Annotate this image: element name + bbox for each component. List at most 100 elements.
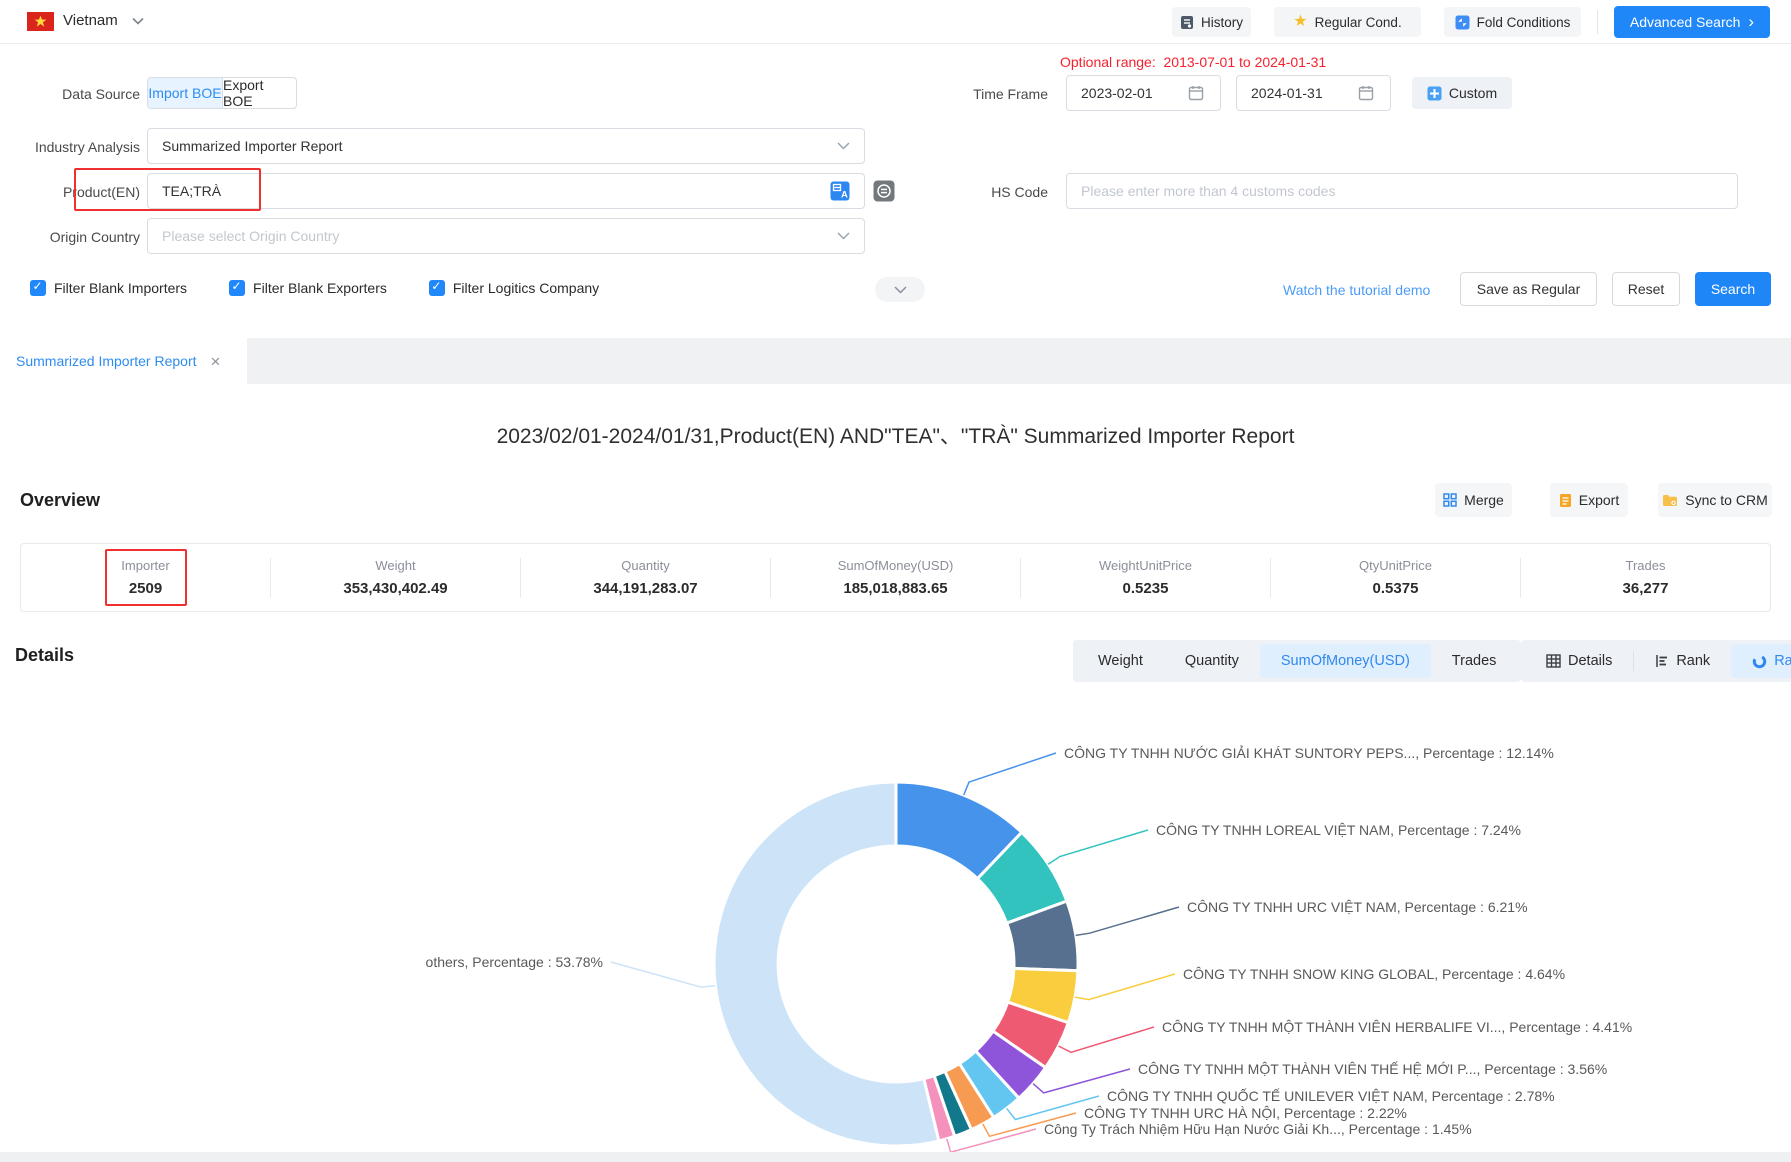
metric-tab-trades[interactable]: Trades	[1431, 644, 1518, 678]
donut-chart-icon	[1752, 654, 1767, 669]
filter-logitics-company-checkbox[interactable]: Filter Logitics Company	[429, 280, 599, 296]
time-frame-label: Time Frame	[900, 86, 1048, 102]
star-icon: ★	[1293, 14, 1307, 30]
end-date-input[interactable]	[1236, 75, 1391, 111]
country-selector[interactable]: Vietnam	[63, 12, 144, 29]
translate-icon[interactable]: A	[830, 181, 850, 201]
pie-label: others, Percentage : 53.78%	[426, 954, 603, 970]
top-bar: Vietnam History ★ Regular Cond. Fold Con…	[0, 0, 1791, 44]
data-source-label: Data Source	[0, 86, 140, 102]
details-heading: Details	[15, 645, 74, 666]
view-tabs: Details Rank Ratio	[1521, 640, 1791, 682]
product-en-input[interactable]	[147, 173, 865, 209]
filter-blank-importers-checkbox[interactable]: Filter Blank Importers	[30, 280, 187, 296]
hs-code-input[interactable]	[1066, 173, 1738, 209]
tab-summarized-importer-report[interactable]: Summarized Importer Report ×	[0, 338, 247, 384]
hs-code-label: HS Code	[900, 184, 1048, 200]
overview-heading: Overview	[20, 490, 100, 511]
tab-close-icon[interactable]: ×	[211, 353, 221, 370]
filter-checkbox-row: Filter Blank Importers Filter Blank Expo…	[30, 280, 641, 296]
fold-conditions-label: Fold Conditions	[1477, 15, 1571, 30]
reset-button[interactable]: Reset	[1612, 272, 1680, 306]
search-button[interactable]: Search	[1695, 272, 1771, 306]
view-tab-label: Rank	[1676, 653, 1710, 669]
pie-leader-line	[611, 962, 715, 987]
table-icon	[1546, 654, 1561, 668]
chevron-down-icon	[894, 286, 907, 294]
view-tab-label: Details	[1568, 653, 1612, 669]
view-tab-label: Ratio	[1774, 653, 1791, 669]
checkbox-checked-icon	[30, 280, 46, 296]
app-window: Vietnam History ★ Regular Cond. Fold Con…	[0, 0, 1791, 1162]
filter-blank-exporters-checkbox[interactable]: Filter Blank Exporters	[229, 280, 387, 296]
data-source-toggle: Import BOE Export BOE	[147, 77, 297, 109]
vietnam-flag-icon	[27, 12, 54, 31]
pie-label: CÔNG TY TNHH LOREAL VIỆT NAM, Percentage…	[1156, 822, 1521, 838]
checkbox-label: Filter Logitics Company	[453, 280, 599, 296]
merge-button[interactable]: Merge	[1435, 483, 1512, 517]
start-date-input[interactable]	[1066, 75, 1221, 111]
expand-conditions-button[interactable]	[875, 277, 925, 302]
save-as-regular-button[interactable]: Save as Regular	[1460, 272, 1597, 306]
sync-to-crm-button[interactable]: Sync to CRM	[1658, 483, 1772, 517]
advanced-search-button[interactable]: Advanced Search ›	[1614, 6, 1770, 38]
custom-label: Custom	[1449, 85, 1497, 101]
origin-country-label: Origin Country	[0, 229, 140, 245]
industry-analysis-select[interactable]: Summarized Importer Report	[147, 128, 865, 164]
checkbox-label: Filter Blank Exporters	[253, 280, 387, 296]
origin-country-select[interactable]: Please select Origin Country	[147, 218, 865, 254]
regular-cond-button[interactable]: ★ Regular Cond.	[1274, 7, 1421, 37]
product-en-label: Product(EN)	[0, 184, 140, 200]
custom-range-button[interactable]: Custom	[1412, 77, 1512, 109]
history-icon	[1180, 15, 1194, 30]
horizontal-scrollbar[interactable]	[0, 1152, 1791, 1162]
stat-importer: Importer2509	[21, 558, 270, 597]
stat-sum-of-money: SumOfMoney(USD)185,018,883.65	[771, 558, 1020, 597]
metric-tab-sum-of-money[interactable]: SumOfMoney(USD)	[1260, 644, 1431, 678]
pie-label: CÔNG TY TNHH MỘT THÀNH VIÊN THẾ HỆ MỚI P…	[1138, 1061, 1607, 1077]
checkbox-label: Filter Blank Importers	[54, 280, 187, 296]
report-title: 2023/02/01-2024/01/31,Product(EN) AND"TE…	[0, 420, 1791, 450]
advanced-search-label: Advanced Search	[1630, 14, 1741, 30]
sync-crm-icon	[1662, 494, 1678, 507]
chevron-down-icon	[132, 17, 144, 25]
pie-label: CÔNG TY TNHH NƯỚC GIẢI KHÁT SUNTORY PEPS…	[1064, 745, 1554, 761]
stat-quantity: Quantity344,191,283.07	[521, 558, 770, 597]
stat-trades: Trades36,277	[1521, 558, 1770, 597]
history-button[interactable]: History	[1172, 7, 1251, 37]
topbar-divider	[1597, 10, 1598, 34]
stat-qty-unit-price: QtyUnitPrice0.5375	[1271, 558, 1520, 597]
stat-weight: Weight353,430,402.49	[271, 558, 520, 597]
pie-leader-line	[1075, 974, 1175, 1000]
pie-label: CÔNG TY TNHH QUỐC TẾ UNILEVER VIỆT NAM, …	[1107, 1087, 1555, 1104]
tab-strip: Summarized Importer Report ×	[0, 338, 1791, 384]
pie-label: CÔNG TY TNHH SNOW KING GLOBAL, Percentag…	[1183, 966, 1565, 982]
fold-conditions-button[interactable]: Fold Conditions	[1444, 7, 1581, 37]
view-tab-details[interactable]: Details	[1525, 644, 1633, 678]
pie-label: Công Ty Trách Nhiệm Hữu Hạn Nước Giải Kh…	[1044, 1121, 1472, 1137]
chevron-down-icon	[837, 232, 850, 240]
history-label: History	[1201, 15, 1243, 30]
pie-leader-line	[1076, 907, 1179, 935]
merge-icon	[1443, 493, 1457, 507]
metric-tab-quantity[interactable]: Quantity	[1164, 644, 1260, 678]
svg-text:A: A	[841, 190, 848, 201]
view-tab-ratio[interactable]: Ratio	[1731, 644, 1791, 678]
match-mode-icon[interactable]	[873, 180, 895, 202]
origin-country-placeholder: Please select Origin Country	[162, 228, 339, 244]
export-boe-option[interactable]: Export BOE	[222, 78, 296, 108]
import-boe-option[interactable]: Import BOE	[148, 78, 222, 108]
pie-leader-line	[964, 753, 1056, 795]
country-name: Vietnam	[63, 12, 118, 29]
chevron-right-icon: ›	[1748, 13, 1754, 30]
overview-stats-card: Importer2509 Weight353,430,402.49 Quanti…	[20, 543, 1771, 612]
checkbox-checked-icon	[229, 280, 245, 296]
regular-cond-label: Regular Cond.	[1315, 15, 1402, 30]
rank-icon	[1655, 654, 1669, 668]
optional-range-text: Optional range: 2013-07-01 to 2024-01-31	[1060, 54, 1326, 70]
tutorial-link[interactable]: Watch the tutorial demo	[1283, 282, 1430, 298]
checkbox-checked-icon	[429, 280, 445, 296]
view-tab-rank[interactable]: Rank	[1634, 644, 1731, 678]
export-button[interactable]: Export	[1550, 483, 1628, 517]
metric-tab-weight[interactable]: Weight	[1077, 644, 1164, 678]
